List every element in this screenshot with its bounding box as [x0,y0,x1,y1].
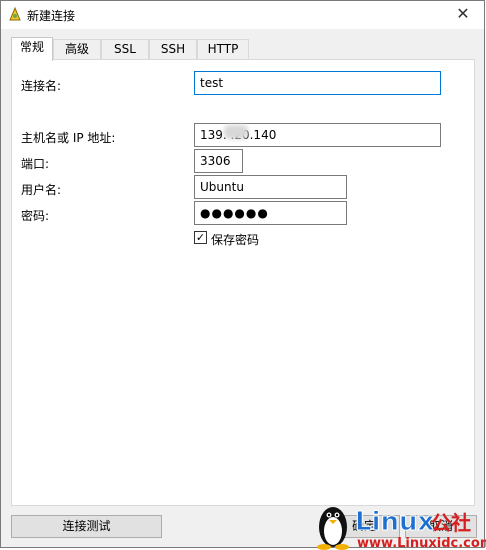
tab-advanced[interactable]: 高级 [53,39,101,60]
test-connection-button[interactable]: 连接测试 [11,515,162,538]
save-password-label: 保存密码 [211,233,260,247]
username-input[interactable]: Ubuntu [194,175,347,199]
linuxidc-watermark-logo: Linux 公社 www.Linuxidc.com [317,507,486,550]
svg-text:Linux: Linux [355,507,434,537]
tab-general[interactable]: 常规 [11,37,53,61]
window-title: 新建连接 [27,9,76,23]
close-icon[interactable]: ✕ [452,3,474,25]
tab-ssl[interactable]: SSL [101,39,149,60]
redaction-blur [224,125,248,139]
port-label: 端口: [21,157,50,171]
title-bar: 新建连接 ✕ [1,1,484,29]
username-label: 用户名: [21,183,62,197]
app-icon [9,6,21,21]
svg-text:公社: 公社 [431,511,471,535]
save-password-checkbox[interactable]: ✓ [194,231,207,244]
port-input[interactable]: 3306 [194,149,243,173]
host-label: 主机名或 IP 地址: [21,131,116,145]
tab-http[interactable]: HTTP [197,39,249,60]
tab-ssh[interactable]: SSH [149,39,197,60]
connection-name-input[interactable]: test [194,71,441,95]
dialog-window: 新建连接 ✕ 常规 高级 SSL SSH HTTP 连接名: test 主机名或… [0,0,486,550]
password-label: 密码: [21,209,50,223]
password-input[interactable]: ●●●●●● [194,201,347,225]
svg-text:www.Linuxidc.com: www.Linuxidc.com [357,536,486,550]
connection-name-label: 连接名: [21,79,62,93]
